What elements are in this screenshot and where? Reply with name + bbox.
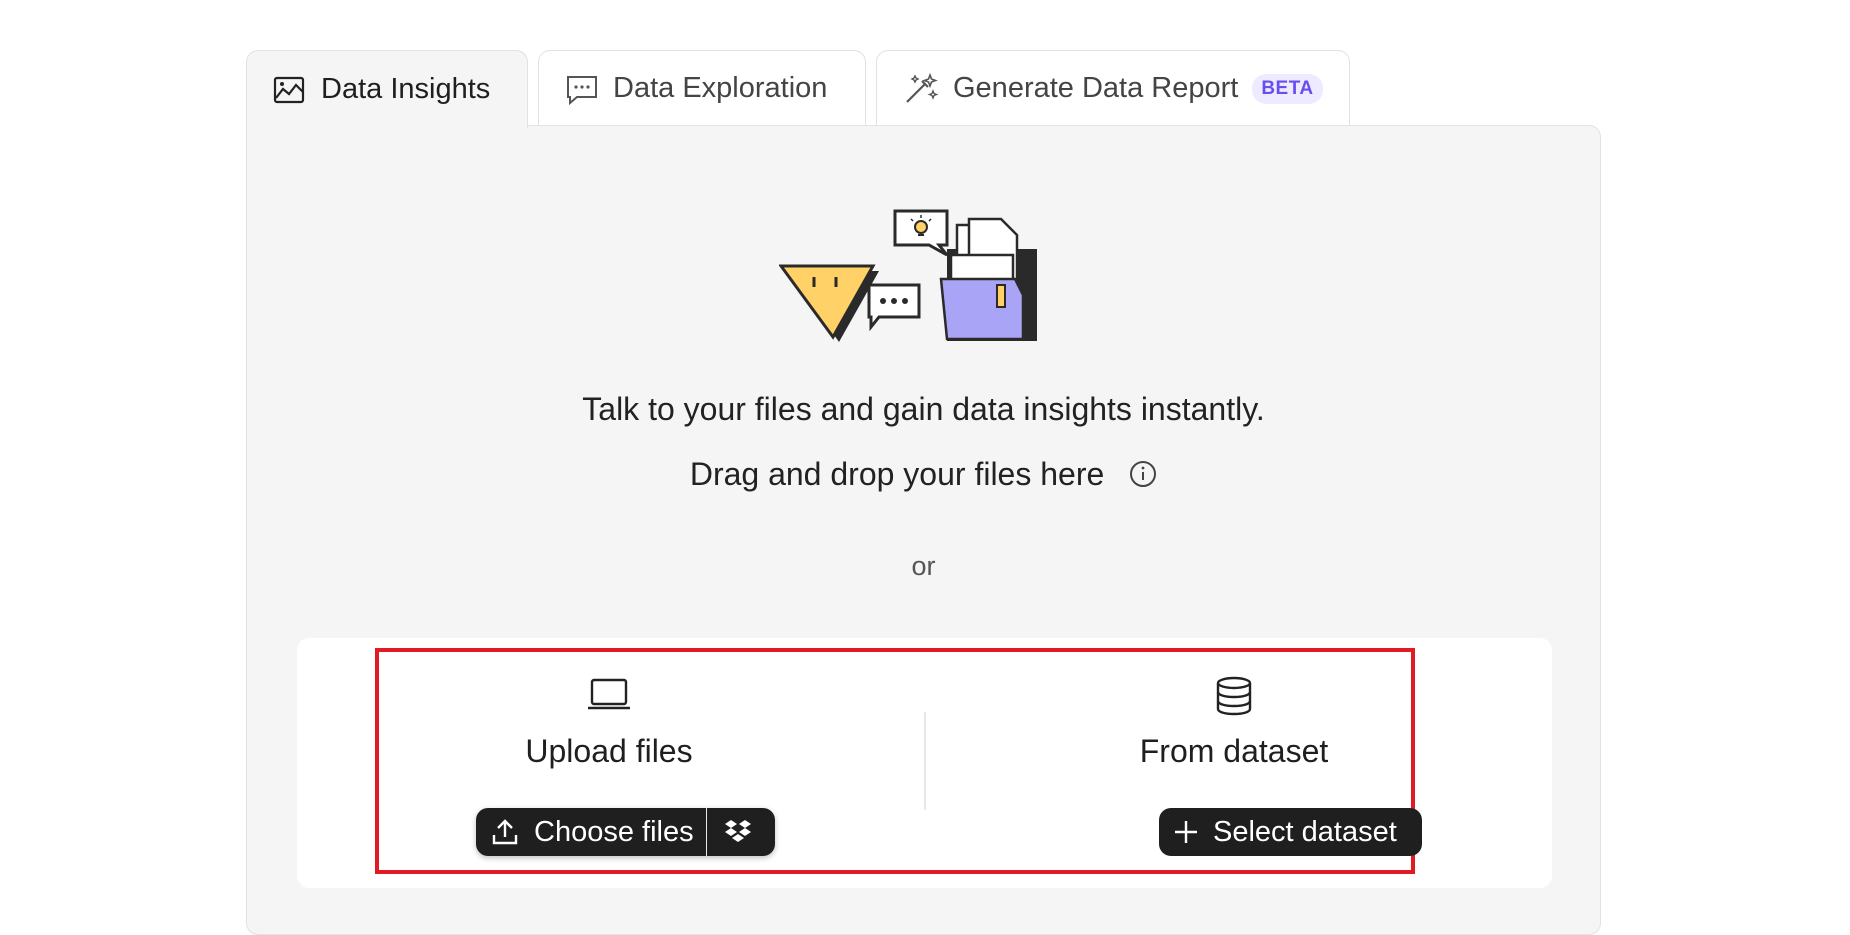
button-separator	[705, 808, 708, 856]
choose-files-button-group: Choose files	[476, 808, 775, 856]
database-icon	[1216, 676, 1252, 716]
source-options-card: Upload files Choose files From dataset S…	[297, 638, 1552, 888]
tab-data-insights[interactable]: Data Insights	[246, 50, 528, 128]
tab-label: Generate Data Report	[953, 72, 1239, 104]
upload-files-option: Upload files Choose files	[429, 638, 789, 888]
files-insights-illustration	[779, 209, 1037, 342]
laptop-icon	[588, 678, 630, 710]
chat-bubble-icon	[567, 75, 597, 105]
select-dataset-button[interactable]: Select dataset	[1159, 808, 1422, 856]
vertical-divider	[924, 712, 926, 810]
tab-label: Data Exploration	[613, 72, 828, 104]
choose-files-label: Choose files	[534, 815, 694, 848]
or-separator: or	[911, 551, 936, 581]
beta-badge: BETA	[1252, 73, 1323, 104]
drop-zone-panel[interactable]: Talk to your files and gain data insight…	[246, 125, 1601, 935]
dropbox-icon	[725, 820, 752, 842]
drag-drop-hint: Drag and drop your files here	[247, 456, 1600, 493]
drag-drop-text: Drag and drop your files here	[689, 456, 1105, 492]
choose-files-button[interactable]: Choose files	[476, 808, 706, 856]
from-dataset-option: From dataset Select dataset	[1054, 638, 1422, 888]
plus-icon	[1175, 821, 1197, 843]
tab-generate-data-report[interactable]: Generate Data Report BETA	[876, 50, 1350, 126]
tab-label: Data Insights	[321, 73, 491, 105]
select-dataset-label: Select dataset	[1213, 815, 1397, 848]
from-dataset-title: From dataset	[1139, 733, 1329, 769]
image-chart-icon	[273, 76, 305, 103]
info-icon[interactable]	[1129, 460, 1157, 488]
headline: Talk to your files and gain data insight…	[582, 391, 1265, 427]
upload-files-title: Upload files	[525, 733, 693, 769]
tab-data-exploration[interactable]: Data Exploration	[538, 50, 866, 126]
upload-icon	[492, 819, 518, 845]
dropbox-button[interactable]	[707, 808, 769, 856]
magic-wand-icon	[906, 72, 939, 103]
